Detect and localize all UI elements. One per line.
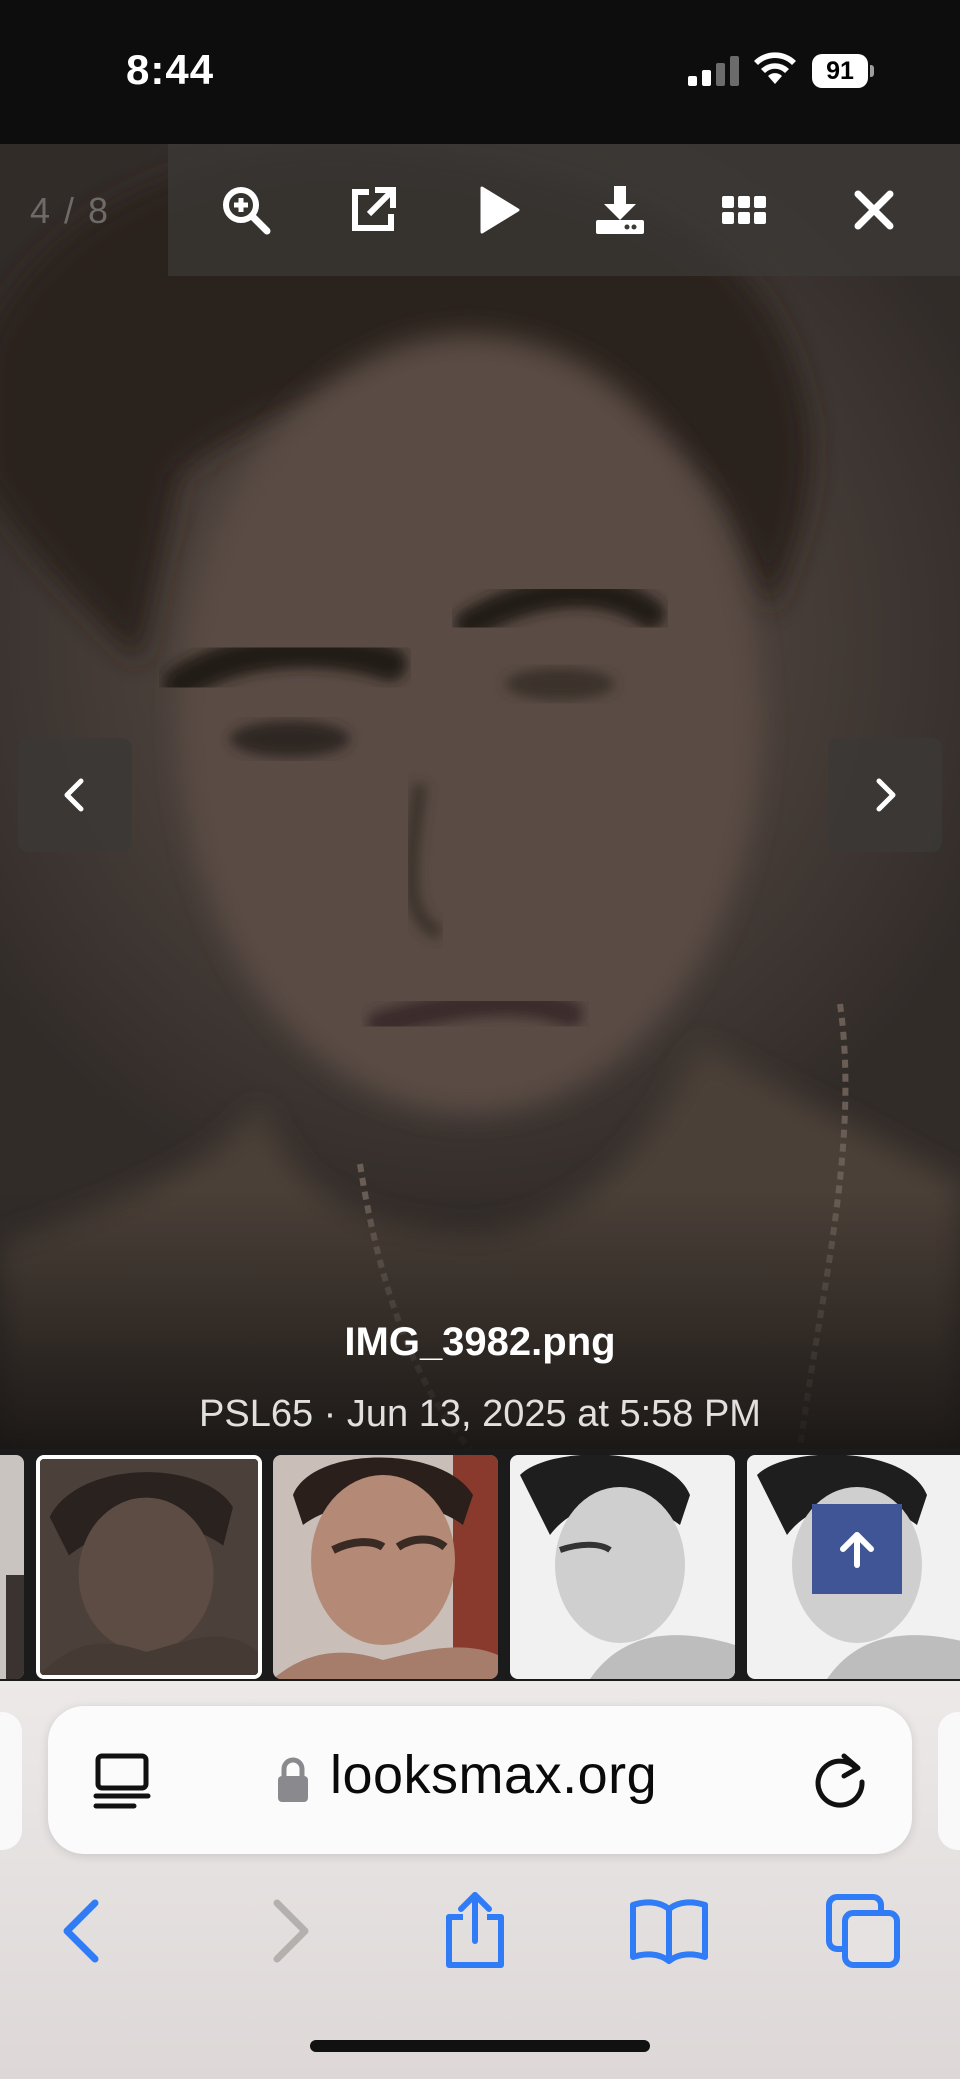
battery-icon: 91 (812, 54, 874, 88)
arrow-up-icon (840, 1532, 874, 1568)
previous-tab-peek[interactable] (0, 1712, 22, 1850)
download-icon (596, 186, 644, 234)
lightbox-toolbar (168, 144, 960, 276)
image-filename: IMG_3982.png (344, 1320, 616, 1364)
back-button[interactable] (40, 1886, 130, 1976)
image-meta: PSL65 · Jun 13, 2025 at 5:58 PM (199, 1393, 761, 1435)
home-indicator (310, 2040, 650, 2052)
share-icon (446, 1892, 504, 1968)
next-tab-peek[interactable] (938, 1712, 960, 1850)
scroll-to-top-button[interactable] (812, 1504, 902, 1594)
status-time: 8:44 (126, 46, 215, 93)
tabs-icon (826, 1894, 900, 1968)
download-button[interactable] (582, 172, 658, 248)
close-icon (854, 190, 894, 230)
bookmarks-icon (630, 1899, 708, 1964)
thumbnail-item[interactable] (510, 1455, 735, 1679)
thumbnail-item-active[interactable] (36, 1455, 262, 1679)
next-image-button[interactable] (828, 738, 942, 852)
cellular-signal-icon (688, 56, 739, 86)
wifi-icon (754, 52, 796, 84)
zoom-in-button[interactable] (208, 172, 284, 248)
thumbnails-button[interactable] (706, 172, 782, 248)
open-external-icon (352, 187, 396, 231)
play-slideshow-button[interactable] (460, 172, 536, 248)
reader-mode-icon[interactable] (90, 1752, 154, 1812)
tabs-button[interactable] (818, 1886, 908, 1976)
thumbnails-grid-icon (722, 196, 766, 224)
close-button[interactable] (836, 172, 912, 248)
image-counter: 4 / 8 (30, 190, 111, 231)
open-external-button[interactable] (335, 172, 411, 248)
bookmarks-button[interactable] (624, 1886, 714, 1976)
chevron-left-icon (64, 778, 84, 812)
reload-icon[interactable] (808, 1748, 872, 1812)
url-text[interactable]: looksmax.org (330, 1744, 657, 1806)
play-slideshow-icon (480, 186, 520, 234)
forward-icon (273, 1899, 309, 1963)
thumbnail-item[interactable] (0, 1455, 24, 1679)
status-bar: 8:44 91 (0, 0, 960, 144)
previous-image-button[interactable] (18, 738, 132, 852)
lock-icon (278, 1757, 308, 1802)
share-button[interactable] (430, 1886, 520, 1976)
back-icon (63, 1899, 99, 1963)
chevron-right-icon (876, 778, 896, 812)
forward-button[interactable] (242, 1886, 332, 1976)
thumbnail-item[interactable] (273, 1455, 498, 1679)
zoom-in-icon (223, 187, 271, 235)
battery-level: 91 (812, 54, 868, 88)
lightbox-image[interactable] (0, 144, 960, 1449)
